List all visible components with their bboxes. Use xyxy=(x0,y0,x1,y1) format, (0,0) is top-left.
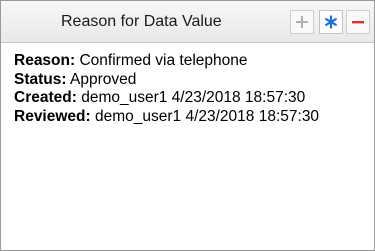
panel-header: Reason for Data Value xyxy=(1,1,374,43)
status-label: Status: xyxy=(14,70,67,88)
reason-details: Reason: Confirmed via telephone Status: … xyxy=(14,52,319,126)
reviewed-value: demo_user1 4/23/2018 18:57:30 xyxy=(94,107,320,125)
panel-title: Reason for Data Value xyxy=(61,13,222,30)
created-row: Created: demo_user1 4/23/2018 18:57:30 xyxy=(14,89,319,108)
reason-value: Confirmed via telephone xyxy=(79,52,248,69)
remove-button[interactable] xyxy=(346,10,370,34)
asterisk-icon xyxy=(325,15,337,29)
reason-row: Reason: Confirmed via telephone xyxy=(14,52,319,71)
created-label: Created: xyxy=(14,89,77,106)
reviewed-row: Reviewed: demo_user1 4/23/2018 18:57:30 xyxy=(14,108,319,127)
reason-label: Reason: xyxy=(14,52,76,69)
plus-icon xyxy=(296,16,308,28)
reason-panel: Reason for Data Value Reason: Confirmed … xyxy=(0,0,375,251)
created-value: demo_user1 4/23/2018 18:57:30 xyxy=(81,89,306,106)
status-row: Status: Approved xyxy=(14,71,319,90)
add-button[interactable] xyxy=(290,10,314,34)
status-value: Approved xyxy=(70,70,137,88)
reviewed-label: Reviewed: xyxy=(14,107,91,125)
minus-icon xyxy=(352,21,364,24)
asterisk-button[interactable] xyxy=(319,10,343,34)
